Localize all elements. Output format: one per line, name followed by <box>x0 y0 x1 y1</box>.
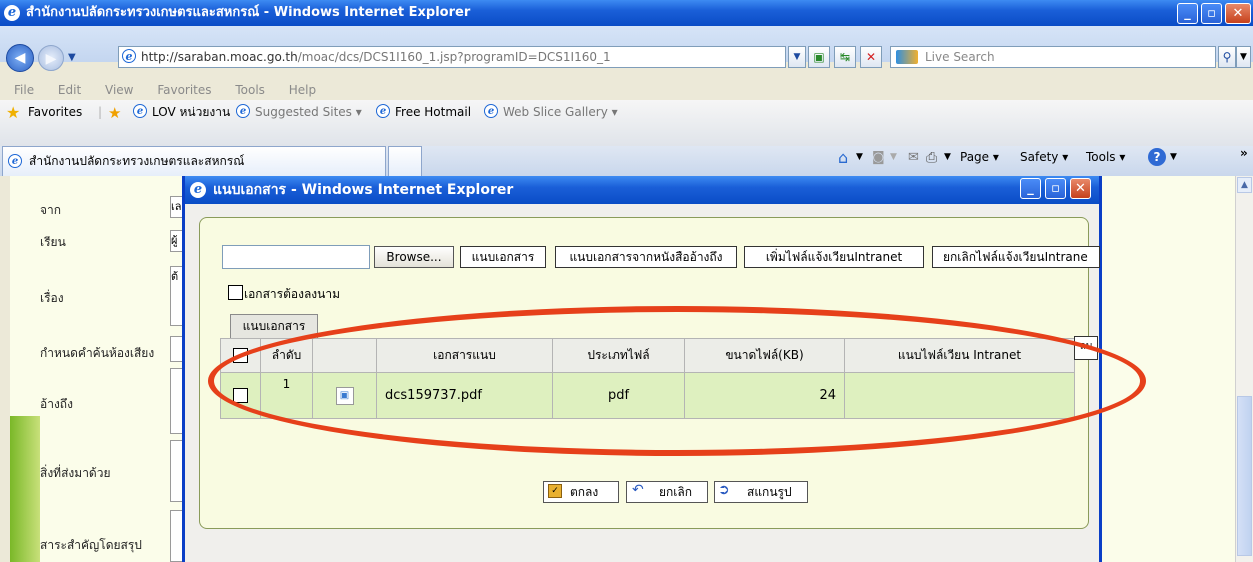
file-path-input[interactable] <box>222 245 370 269</box>
add-favorite-icon[interactable]: ★ <box>108 102 121 124</box>
menu-edit[interactable]: Edit <box>58 83 81 97</box>
tab-active[interactable]: สำนักงานปลัดกระทรวงเกษตรและสหกรณ์ <box>2 146 386 176</box>
url-host: http://saraban.moac.go.th <box>141 50 298 64</box>
history-dropdown-icon[interactable]: ▼ <box>68 52 76 63</box>
popup-footer <box>185 534 1099 562</box>
page-icon: e <box>236 104 250 118</box>
popup-maximize-button[interactable]: ▫ <box>1045 178 1066 199</box>
popup-title-bar: แนบเอกสาร - Windows Internet Explorer <box>185 176 1099 204</box>
decorative-green-bar <box>10 416 40 562</box>
browser-window: สำนักงานปลัดกระทรวงเกษตรและสหกรณ์ - Wind… <box>0 0 1253 562</box>
mail-icon[interactable]: ✉ <box>908 150 919 165</box>
sign-required-checkbox[interactable] <box>228 285 243 300</box>
highlight-oval <box>208 306 1146 456</box>
page-icon: e <box>376 104 390 118</box>
help-icon[interactable]: ? <box>1148 148 1166 166</box>
label-from: จาก <box>40 203 62 217</box>
new-tab-button[interactable] <box>388 146 422 176</box>
compatibility-icon[interactable]: ▣ <box>808 46 830 68</box>
search-options-icon[interactable]: ▼ <box>1236 46 1251 68</box>
close-button[interactable]: ✕ <box>1225 3 1251 24</box>
command-overflow-icon[interactable]: » <box>1240 146 1248 160</box>
stop-icon[interactable]: ✕ <box>860 46 882 68</box>
safety-menu[interactable]: Safety ▾ <box>1020 150 1068 164</box>
popup-minimize-button[interactable]: _ <box>1020 178 1041 199</box>
from-value: เล <box>171 200 182 213</box>
label-to: เรียน <box>40 235 66 249</box>
maximize-button[interactable]: ▫ <box>1201 3 1222 24</box>
to-value: ผู้ <box>171 234 178 247</box>
fav-suggested-sites[interactable]: Suggested Sites ▾ <box>255 101 362 123</box>
favorites-button[interactable]: Favorites <box>28 101 82 123</box>
menu-file[interactable]: File <box>14 83 34 97</box>
subject-value: ต้ <box>171 270 179 283</box>
scan-label: สแกนรูป <box>747 485 792 499</box>
ok-label: ตกลง <box>570 485 599 499</box>
menu-help[interactable]: Help <box>289 83 316 97</box>
scan-icon: ➲ <box>718 482 730 498</box>
favorites-bar: ★ Favorites | ★ e LOV หน่วยงาน e Suggest… <box>0 100 1253 146</box>
popup-title: แนบเอกสาร - Windows Internet Explorer <box>213 182 514 198</box>
fav-free-hotmail[interactable]: Free Hotmail <box>395 101 471 123</box>
url-path: /moac/dcs/DCS1I160_1.jsp?programID=DCS1I… <box>297 50 611 64</box>
menu-view[interactable]: View <box>105 83 133 97</box>
refresh-icon[interactable]: ↹ <box>834 46 856 68</box>
tools-menu[interactable]: Tools ▾ <box>1086 150 1125 164</box>
print-dropdown-icon[interactable]: ▼ <box>944 152 951 162</box>
scroll-up-icon[interactable]: ▲ <box>1237 177 1252 193</box>
ie-logo-icon: e <box>4 5 20 21</box>
undo-icon: ↶ <box>632 482 644 498</box>
page-vertical-scrollbar[interactable]: ▲ <box>1235 176 1253 562</box>
search-placeholder: Live Search <box>925 50 995 64</box>
label-speech-field: กำหนดคำค้นห้องเสียง <box>40 346 155 360</box>
window-title-bar: สำนักงานปลัดกระทรวงเกษตรและสหกรณ์ - Wind… <box>0 0 1253 26</box>
add-intranet-file-button[interactable]: เพิ่มไฟล์แจ้งเวียนIntranet <box>744 246 924 268</box>
back-button[interactable]: ◀ <box>6 44 34 72</box>
cancel-label: ยกเลิก <box>659 485 693 499</box>
address-input[interactable]: http://saraban.moac.go.th/moac/dcs/DCS1I… <box>118 46 786 68</box>
popup-close-button[interactable]: ✕ <box>1070 178 1091 199</box>
label-summary: สาระสำคัญโดยสรุป <box>40 538 142 552</box>
feeds-icon[interactable]: ◙ <box>872 150 885 165</box>
search-go-icon[interactable]: ⚲ <box>1218 46 1236 68</box>
home-icon[interactable]: ⌂ <box>838 148 848 167</box>
window-title: สำนักงานปลัดกระทรวงเกษตรและสหกรณ์ - Wind… <box>26 5 471 20</box>
page-menu[interactable]: Page ▾ <box>960 150 999 164</box>
browse-button[interactable]: Browse... <box>374 246 454 268</box>
home-dropdown-icon[interactable]: ▼ <box>856 152 863 162</box>
attach-button[interactable]: แนบเอกสาร <box>460 246 546 268</box>
menu-favorites[interactable]: Favorites <box>157 83 211 97</box>
label-reference: อ้างถึง <box>40 397 73 411</box>
address-dropdown-icon[interactable]: ▼ <box>788 46 806 68</box>
page-icon: e <box>133 104 147 118</box>
live-search-icon <box>896 50 918 64</box>
separator: | <box>98 105 103 119</box>
label-subject: เรื่อง <box>40 291 64 305</box>
fav-lov-link[interactable]: LOV หน่วยงาน <box>152 101 230 123</box>
sign-required-label: เอกสารต้องลงนาม <box>244 287 341 301</box>
page-icon: e <box>122 49 136 63</box>
attach-from-reference-button[interactable]: แนบเอกสารจากหนังสืออ้างถึง <box>555 246 737 268</box>
ok-icon: ✓ <box>548 484 562 498</box>
feeds-dropdown-icon[interactable]: ▼ <box>890 152 897 162</box>
popup-ie-icon: e <box>190 182 206 198</box>
menu-tools[interactable]: Tools <box>235 83 265 97</box>
scrollbar-thumb[interactable] <box>1237 396 1252 556</box>
page-icon: e <box>484 104 498 118</box>
tab-page-icon: e <box>8 154 22 168</box>
label-enclosure: สิ่งที่ส่งมาด้วย <box>40 466 111 480</box>
menu-bar: File Edit View Favorites Tools Help <box>0 80 1253 100</box>
favorites-star-icon: ★ <box>6 103 21 122</box>
search-input[interactable]: Live Search <box>890 46 1216 68</box>
fav-web-slice-gallery[interactable]: Web Slice Gallery ▾ <box>503 101 618 123</box>
forward-button[interactable]: ▶ <box>38 45 64 71</box>
tab-label: สำนักงานปลัดกระทรวงเกษตรและสหกรณ์ <box>29 154 245 168</box>
help-dropdown-icon[interactable]: ▼ <box>1170 152 1177 162</box>
cancel-intranet-file-button[interactable]: ยกเลิกไฟล์แจ้งเวียนIntrane <box>932 246 1100 268</box>
print-icon[interactable]: ⎙ <box>926 150 937 166</box>
minimize-button[interactable]: _ <box>1177 3 1198 24</box>
